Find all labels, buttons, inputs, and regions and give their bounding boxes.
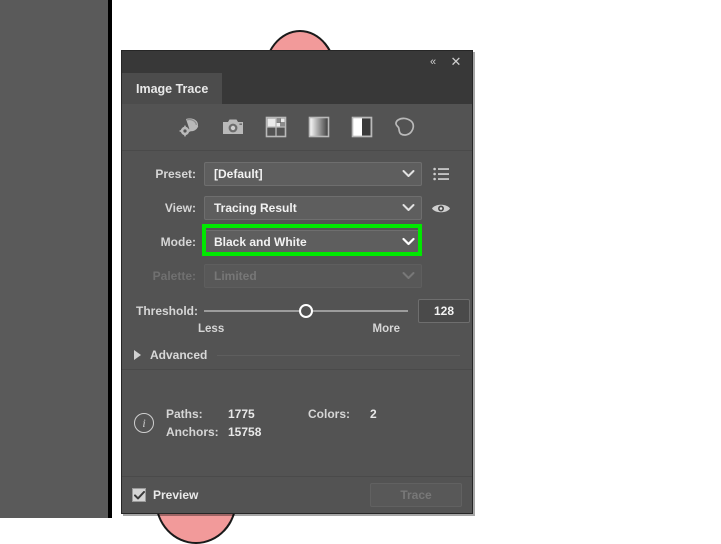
threshold-handle[interactable]: [299, 304, 313, 318]
panel-titlebar: « ✕: [122, 51, 472, 73]
preset-value: [Default]: [214, 167, 263, 181]
advanced-label: Advanced: [150, 348, 208, 362]
trace-stats: Paths: 1775 Colors: 2 Anchors: 15758: [166, 407, 460, 439]
info-icon: i: [134, 413, 154, 433]
threshold-value-input[interactable]: 128: [418, 299, 470, 323]
panel-footer: Preview Trace: [122, 477, 472, 513]
mode-label: Mode:: [160, 235, 196, 249]
trace-button: Trace: [370, 483, 462, 507]
trace-mode-icon-row: [122, 104, 472, 151]
collapse-panel-icon[interactable]: «: [422, 51, 442, 73]
image-trace-panel: « ✕ Image Trace Preset: [Default] View: …: [121, 50, 473, 514]
auto-color-icon[interactable]: [177, 115, 203, 139]
preset-dropdown[interactable]: [Default]: [204, 162, 422, 186]
advanced-divider: [217, 354, 460, 356]
palette-value: Limited: [214, 269, 257, 283]
threshold-label: Threshold:: [136, 304, 198, 318]
paths-label: Paths:: [166, 407, 203, 421]
palette-dropdown: Limited: [204, 264, 422, 288]
preview-label: Preview: [153, 488, 199, 502]
view-dropdown[interactable]: Tracing Result: [204, 196, 422, 220]
anchors-value: 15758: [228, 425, 262, 439]
view-row: View: Tracing Result: [134, 194, 460, 222]
view-label: View:: [164, 201, 196, 215]
panel-tabstrip: Image Trace: [122, 73, 472, 104]
preset-row: Preset: [Default]: [134, 160, 460, 188]
advanced-section-toggle[interactable]: Advanced: [122, 341, 472, 370]
black-and-white-icon[interactable]: [349, 115, 375, 139]
mode-value: Black and White: [214, 235, 307, 249]
high-color-photo-icon[interactable]: [220, 115, 246, 139]
preset-menu-icon[interactable]: [422, 167, 460, 181]
chevron-down-icon: [402, 165, 415, 183]
colors-label: Colors:: [308, 407, 350, 421]
trace-settings-form: Preset: [Default] View: Tracing Result M…: [122, 151, 472, 296]
chevron-down-icon: [402, 199, 415, 217]
trace-info-section: i Paths: 1775 Colors: 2 Anchors: 15758: [122, 370, 472, 477]
tab-label: Image Trace: [136, 81, 209, 96]
chevron-down-icon: [402, 267, 415, 285]
checkmark-icon: [133, 490, 145, 499]
preview-toggle[interactable]: Preview: [132, 488, 198, 502]
palette-label: Palette:: [152, 269, 196, 283]
palette-row: Palette: Limited: [134, 262, 460, 290]
paths-value: 1775: [228, 407, 255, 421]
chevron-down-icon: [402, 233, 415, 251]
threshold-max-label: More: [372, 323, 400, 335]
tab-image-trace[interactable]: Image Trace: [122, 73, 223, 104]
eye-icon[interactable]: [422, 202, 460, 215]
close-panel-icon[interactable]: ✕: [446, 51, 466, 73]
left-toolbar-panel: [0, 0, 112, 518]
triangle-right-icon: [134, 350, 141, 360]
threshold-scale-labels: Less More: [122, 323, 462, 335]
colors-value: 2: [370, 407, 377, 421]
mode-dropdown[interactable]: Black and White: [204, 230, 422, 254]
view-value: Tracing Result: [214, 201, 297, 215]
preview-checkbox[interactable]: [132, 488, 146, 502]
threshold-slider[interactable]: [204, 300, 408, 322]
preset-label: Preset:: [155, 167, 196, 181]
threshold-row: Threshold: 128: [122, 298, 472, 324]
panel-body: Preset: [Default] View: Tracing Result M…: [122, 104, 472, 513]
low-color-icon[interactable]: [263, 115, 289, 139]
anchors-label: Anchors:: [166, 425, 219, 439]
threshold-min-label: Less: [198, 323, 225, 335]
grayscale-icon[interactable]: [306, 115, 332, 139]
outline-icon[interactable]: [392, 115, 418, 139]
mode-row: Mode: Black and White: [134, 224, 460, 256]
